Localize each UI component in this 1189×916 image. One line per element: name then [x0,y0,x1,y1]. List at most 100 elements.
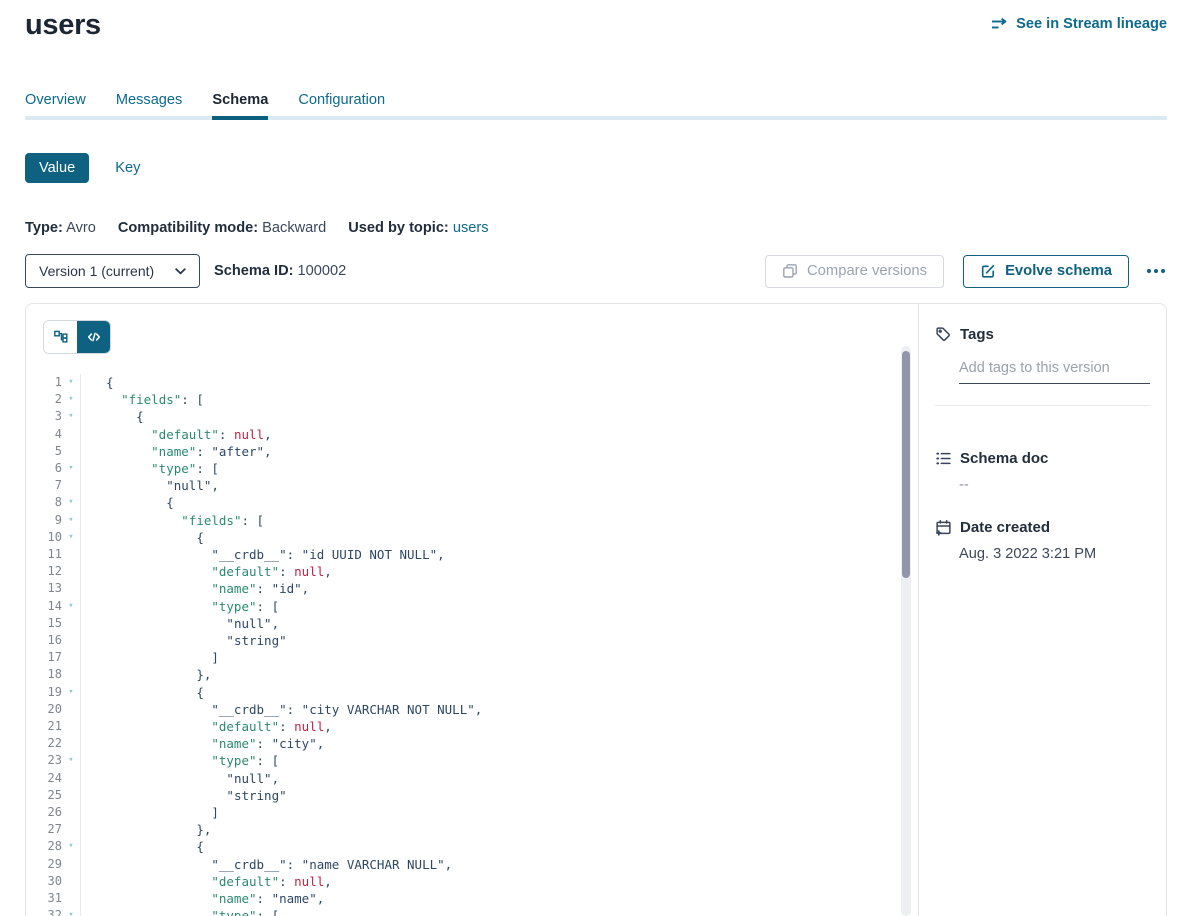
line-number: 18 [26,666,62,683]
code-line: 24 "null", [26,770,918,787]
tag-icon [935,326,952,343]
page-header: users See in Stream lineage [25,0,1167,42]
code-line: 29 "__crdb__": "name VARCHAR NULL", [26,856,918,873]
fold-toggle-icon[interactable]: ▾ [62,408,80,425]
line-number: 26 [26,804,62,821]
line-number: 19 [26,684,62,701]
code-line: 10▾ { [26,529,918,546]
tab-configuration[interactable]: Configuration [298,92,385,120]
fold-toggle-icon[interactable]: ▾ [62,460,80,477]
line-number: 21 [26,718,62,735]
fold-toggle-icon[interactable]: ▾ [62,907,80,916]
fold-toggle-icon[interactable]: ▾ [62,598,80,615]
tree-view-icon [53,329,69,345]
schema-controls-row: Version 1 (current) Schema ID: 100002 Co… [25,254,1167,288]
calendar-plus-icon [935,519,952,536]
fold-toggle-icon[interactable]: ▾ [62,529,80,546]
line-number: 17 [26,649,62,666]
code-line: 28▾ { [26,838,918,855]
tags-heading: Tags [960,327,994,343]
line-number: 24 [26,770,62,787]
stream-lineage-icon [991,17,1008,32]
code-line: 2▾ "fields": [ [26,391,918,408]
code-line: 26 ] [26,804,918,821]
schema-panel: 1▾{2▾ "fields": [3▾ {4 "default": null,5… [25,303,1167,916]
line-number: 25 [26,787,62,804]
fold-toggle-icon[interactable]: ▾ [62,838,80,855]
line-number: 23 [26,752,62,769]
line-number: 22 [26,735,62,752]
date-created-heading: Date created [960,520,1050,536]
line-number: 6 [26,460,62,477]
editor-scrollbar[interactable] [901,346,911,916]
line-number: 5 [26,443,62,460]
fold-toggle-icon[interactable]: ▾ [62,391,80,408]
code-view-button[interactable] [77,321,110,353]
version-select[interactable]: Version 1 (current) [25,254,200,288]
compatibility-value: Backward [262,220,326,236]
line-number: 9 [26,512,62,529]
fold-toggle-icon[interactable]: ▾ [62,494,80,511]
list-icon [935,450,952,467]
fold-toggle-icon[interactable]: ▾ [62,684,80,701]
compatibility-field: Compatibility mode: Backward [118,220,326,236]
code-line: 8▾ { [26,494,918,511]
schema-doc-section: Schema doc -- [935,450,1150,493]
line-number: 2 [26,391,62,408]
more-options-button[interactable] [1145,263,1167,279]
tab-bar: Overview Messages Schema Configuration [25,92,1167,120]
fold-toggle-icon[interactable]: ▾ [62,512,80,529]
code-view-icon [86,329,102,345]
schema-doc-heading: Schema doc [960,451,1048,467]
schema-editor: 1▾{2▾ "fields": [3▾ {4 "default": null,5… [26,304,918,916]
tab-overview[interactable]: Overview [25,92,86,120]
line-number: 28 [26,838,62,855]
date-created-section: Date created Aug. 3 2022 3:21 PM [935,519,1150,562]
code-line: 4 "default": null, [26,426,918,443]
code-line: 11 "__crdb__": "id UUID NOT NULL", [26,546,918,563]
evolve-schema-button[interactable]: Evolve schema [963,255,1129,288]
schema-id-label: Schema ID: [214,263,293,279]
schema-id-field: Schema ID: 100002 [214,263,346,279]
line-number: 32 [26,907,62,916]
line-number: 11 [26,546,62,563]
schema-doc-value: -- [959,477,1150,493]
tab-schema[interactable]: Schema [212,92,268,120]
line-number: 31 [26,890,62,907]
code-line: 27 }, [26,821,918,838]
stream-lineage-link[interactable]: See in Stream lineage [991,16,1167,32]
line-number: 16 [26,632,62,649]
code-line: 3▾ { [26,408,918,425]
key-tab-button[interactable]: Key [115,160,140,176]
evolve-schema-icon [980,263,996,279]
tags-input[interactable] [959,360,1150,384]
code-editor-content: 1▾{2▾ "fields": [3▾ {4 "default": null,5… [26,374,918,916]
line-number: 14 [26,598,62,615]
code-line: 22 "name": "city", [26,735,918,752]
topic-link[interactable]: users [453,220,489,236]
value-tab-button[interactable]: Value [25,153,89,183]
page-title: users [25,8,101,42]
compare-versions-button[interactable]: Compare versions [765,255,944,288]
line-number: 4 [26,426,62,443]
date-created-value: Aug. 3 2022 3:21 PM [959,546,1150,562]
stream-lineage-label: See in Stream lineage [1016,16,1167,32]
tab-messages[interactable]: Messages [116,92,183,120]
code-line: 20 "__crdb__": "city VARCHAR NOT NULL", [26,701,918,718]
line-number: 8 [26,494,62,511]
compare-versions-label: Compare versions [807,263,927,279]
evolve-schema-label: Evolve schema [1005,263,1112,279]
compare-versions-icon [782,263,798,279]
line-number: 29 [26,856,62,873]
schema-id-value: 100002 [298,263,347,279]
code-line: 14▾ "type": [ [26,598,918,615]
editor-scrollbar-thumb[interactable] [902,351,910,578]
fold-toggle-icon[interactable]: ▾ [62,374,80,391]
code-line: 1▾{ [26,374,918,391]
fold-toggle-icon[interactable]: ▾ [62,752,80,769]
tree-view-button[interactable] [44,321,77,353]
code-line: 6▾ "type": [ [26,460,918,477]
view-mode-toggle [43,320,111,354]
section-divider [935,405,1150,406]
line-number: 10 [26,529,62,546]
